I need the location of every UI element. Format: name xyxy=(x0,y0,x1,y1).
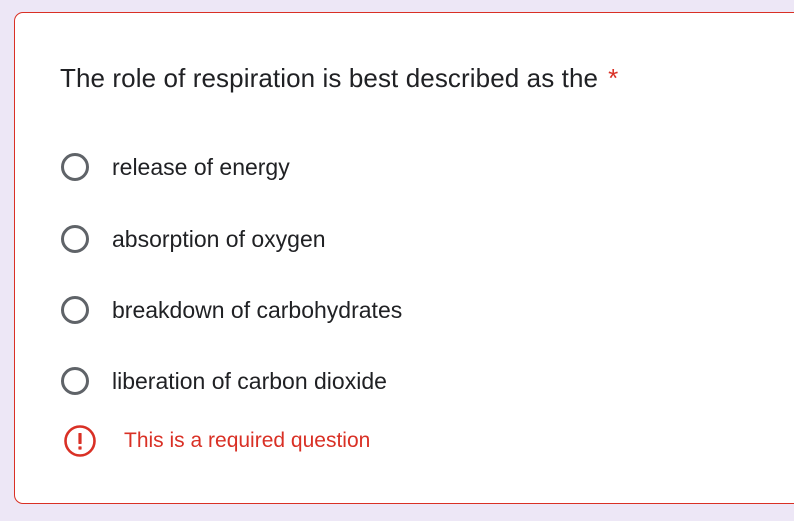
option-liberation-of-carbon-dioxide[interactable]: liberation of carbon dioxide xyxy=(61,361,387,401)
radio-unchecked-icon[interactable] xyxy=(61,225,89,253)
option-breakdown-of-carbohydrates[interactable]: breakdown of carbohydrates xyxy=(61,290,402,330)
option-release-of-energy[interactable]: release of energy xyxy=(61,147,290,187)
option-absorption-of-oxygen[interactable]: absorption of oxygen xyxy=(61,219,326,259)
required-asterisk: * xyxy=(608,63,619,93)
option-label[interactable]: liberation of carbon dioxide xyxy=(112,368,387,395)
question-card: The role of respiration is best describe… xyxy=(14,12,794,504)
error-message: This is a required question xyxy=(124,429,371,452)
radio-unchecked-icon[interactable] xyxy=(61,296,89,324)
question-text: The role of respiration is best describe… xyxy=(60,63,599,93)
radio-unchecked-icon[interactable] xyxy=(61,367,89,395)
option-label[interactable]: release of energy xyxy=(112,154,290,181)
radio-unchecked-icon[interactable] xyxy=(61,153,89,181)
option-label[interactable]: absorption of oxygen xyxy=(112,226,326,253)
error-alert-icon xyxy=(64,425,96,457)
option-label[interactable]: breakdown of carbohydrates xyxy=(112,297,402,324)
error-message-row: This is a required question xyxy=(63,423,370,459)
question-title: The role of respiration is best describe… xyxy=(60,63,618,94)
